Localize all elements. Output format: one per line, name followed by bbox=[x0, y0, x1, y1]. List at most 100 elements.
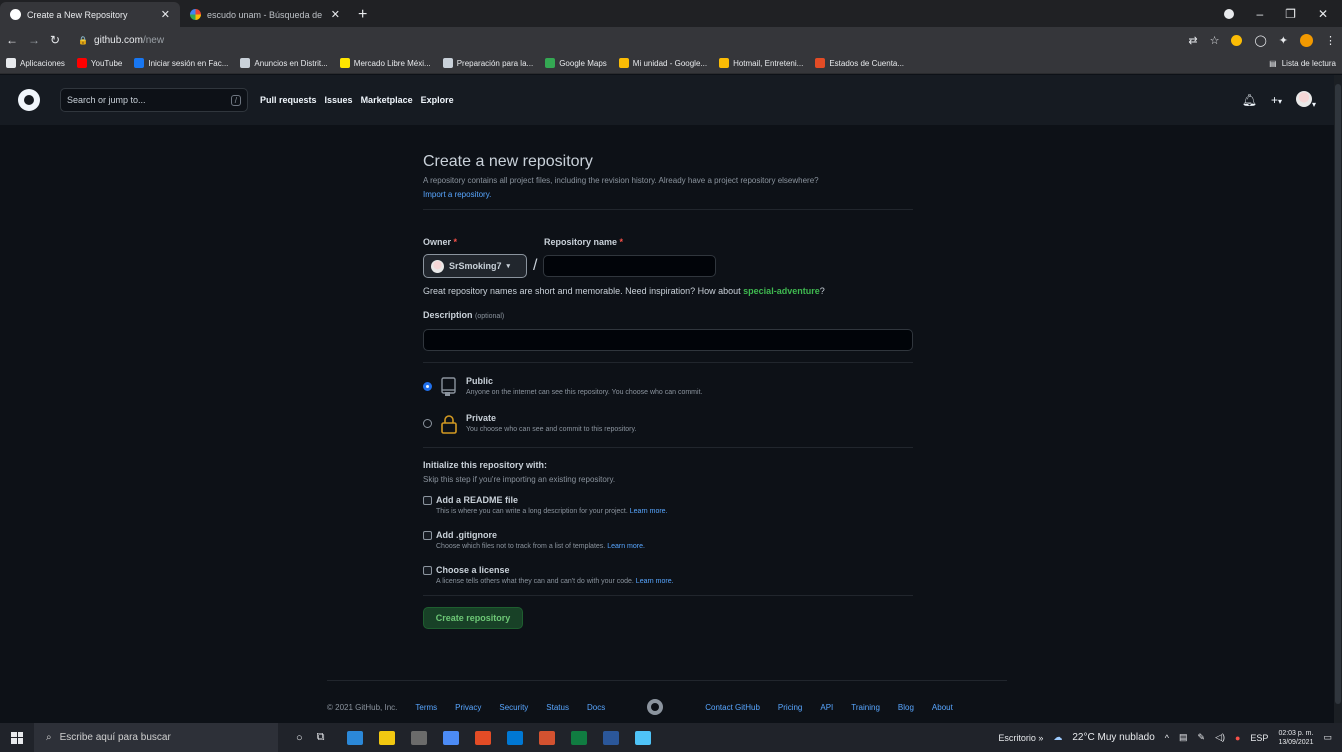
bookmark-item[interactable]: Google Maps bbox=[545, 58, 607, 68]
menu-kebab-icon[interactable]: ⋮ bbox=[1325, 34, 1336, 47]
taskbar-app-icon[interactable] bbox=[378, 730, 395, 745]
gitignore-label[interactable]: Add .gitignore bbox=[436, 530, 497, 540]
owner-repo-separator: / bbox=[533, 257, 538, 274]
create-repository-button[interactable]: Create repository bbox=[423, 607, 523, 629]
minimize-icon[interactable]: – bbox=[1256, 7, 1263, 21]
github-mark-icon[interactable] bbox=[647, 699, 664, 715]
app-tray-icon[interactable]: ● bbox=[1235, 733, 1240, 743]
nav-explore[interactable]: Explore bbox=[421, 95, 454, 105]
bookmark-item[interactable]: YouTube bbox=[76, 58, 122, 68]
taskbar-app-icon[interactable] bbox=[442, 730, 459, 745]
footer-link-training[interactable]: Training bbox=[851, 703, 880, 712]
taskbar-app-icon[interactable] bbox=[346, 730, 363, 745]
bookmark-item[interactable]: Iniciar sesión en Fac... bbox=[134, 58, 228, 68]
extension-icon[interactable] bbox=[1231, 34, 1243, 46]
readme-label[interactable]: Add a README file bbox=[436, 495, 518, 505]
footer-link-contact[interactable]: Contact GitHub bbox=[705, 703, 760, 712]
learn-more-link[interactable]: Learn more. bbox=[607, 543, 645, 550]
bookmark-item[interactable]: Mi unidad - Google... bbox=[618, 58, 707, 68]
bookmark-item[interactable]: Aplicaciones bbox=[6, 58, 65, 68]
bookmark-item[interactable]: Mercado Libre Méxi... bbox=[339, 58, 431, 68]
nav-pull-requests[interactable]: Pull requests bbox=[260, 95, 317, 105]
close-tab-icon[interactable]: ✕ bbox=[331, 8, 340, 21]
close-window-icon[interactable]: ✕ bbox=[1318, 7, 1328, 21]
taskbar-app-icon[interactable] bbox=[474, 730, 491, 745]
taskbar-app-icon[interactable] bbox=[570, 730, 587, 745]
nav-marketplace[interactable]: Marketplace bbox=[361, 95, 413, 105]
profile-dot-icon[interactable] bbox=[1224, 8, 1235, 19]
bookmark-item[interactable]: Preparación para la... bbox=[442, 58, 533, 68]
import-repository-link[interactable]: Import a repository. bbox=[423, 190, 913, 199]
footer-link-security[interactable]: Security bbox=[499, 703, 528, 712]
footer-link-docs[interactable]: Docs bbox=[587, 703, 605, 712]
repository-name-input[interactable] bbox=[543, 255, 717, 277]
gitignore-checkbox[interactable] bbox=[423, 530, 432, 540]
weather-text[interactable]: 22°C Muy nublado bbox=[1072, 732, 1154, 743]
license-checkbox[interactable] bbox=[423, 565, 432, 575]
tab-escudo-unam[interactable]: escudo unam - Búsqueda de Go ✕ bbox=[180, 2, 350, 27]
taskbar-app-icon[interactable] bbox=[538, 730, 555, 745]
learn-more-link[interactable]: Learn more. bbox=[630, 508, 668, 515]
taskbar-search[interactable]: ⌕ Escribe aquí para buscar bbox=[34, 723, 278, 752]
address-bar[interactable]: 🔒 github.com/new bbox=[78, 35, 164, 46]
clock[interactable]: 02:03 p. m. 13/09/2021 bbox=[1278, 729, 1313, 747]
language-indicator[interactable]: ESP bbox=[1250, 733, 1268, 743]
notifications-icon[interactable]: ▭ bbox=[1323, 732, 1332, 743]
bookmark-star-icon[interactable]: ☆ bbox=[1210, 34, 1220, 47]
profile-avatar-icon[interactable] bbox=[1300, 33, 1313, 47]
private-radio[interactable] bbox=[423, 419, 432, 428]
description-input[interactable] bbox=[423, 329, 913, 351]
start-button[interactable] bbox=[0, 731, 34, 744]
task-view-icon[interactable]: ⧉ bbox=[317, 731, 325, 744]
chevron-up-icon[interactable]: ^ bbox=[1165, 733, 1169, 743]
scrollbar-thumb[interactable] bbox=[1335, 84, 1341, 704]
taskbar-app-icon[interactable] bbox=[410, 730, 427, 745]
reading-list-button[interactable]: ▤ Lista de lectura bbox=[1269, 59, 1336, 68]
network-icon[interactable]: ▤ bbox=[1179, 732, 1188, 743]
footer-link-about[interactable]: About bbox=[932, 703, 953, 712]
back-icon[interactable]: ← bbox=[6, 33, 18, 47]
cortana-icon[interactable]: ○ bbox=[296, 732, 303, 744]
reload-icon[interactable]: ↻ bbox=[50, 33, 60, 47]
footer-link-pricing[interactable]: Pricing bbox=[778, 703, 802, 712]
public-desc: Anyone on the internet can see this repo… bbox=[466, 389, 703, 396]
footer-link-terms[interactable]: Terms bbox=[415, 703, 437, 712]
github-logo-icon[interactable] bbox=[18, 89, 40, 111]
license-label[interactable]: Choose a license bbox=[436, 565, 510, 575]
footer-link-status[interactable]: Status bbox=[546, 703, 569, 712]
puzzle-extensions-icon[interactable]: ✦ bbox=[1279, 34, 1288, 47]
new-tab-button[interactable]: + bbox=[350, 2, 375, 27]
notifications-bell-icon[interactable]: 🔔︎ bbox=[1242, 93, 1257, 107]
github-extension-icon[interactable]: ◯ bbox=[1254, 34, 1266, 47]
public-radio[interactable] bbox=[423, 382, 432, 391]
bookmark-item[interactable]: Anuncios en Distrit... bbox=[240, 58, 328, 68]
taskbar-app-icon[interactable] bbox=[634, 730, 651, 745]
bookmark-item[interactable]: Hotmail, Entreteni... bbox=[719, 58, 803, 68]
learn-more-link[interactable]: Learn more. bbox=[636, 578, 674, 585]
pen-icon[interactable]: ✎ bbox=[1198, 732, 1206, 743]
translate-icon[interactable]: ⇄ bbox=[1188, 34, 1197, 47]
owner-dropdown[interactable]: SrSmoking7 ▾ bbox=[423, 254, 527, 278]
volume-icon[interactable]: ◁) bbox=[1215, 732, 1225, 743]
taskbar-app-icon[interactable] bbox=[506, 730, 523, 745]
divider bbox=[423, 447, 913, 448]
footer-link-api[interactable]: API bbox=[820, 703, 833, 712]
tab-create-repository[interactable]: Create a New Repository ✕ bbox=[0, 2, 180, 27]
name-suggestion-link[interactable]: special-adventure bbox=[743, 286, 820, 296]
bookmark-item[interactable]: Estados de Cuenta... bbox=[815, 58, 904, 68]
restore-icon[interactable]: ❐ bbox=[1285, 7, 1296, 21]
footer-link-privacy[interactable]: Privacy bbox=[455, 703, 481, 712]
footer-link-blog[interactable]: Blog bbox=[898, 703, 914, 712]
desktop-toolbar[interactable]: Escritorio » bbox=[998, 733, 1043, 743]
forward-icon[interactable]: → bbox=[28, 33, 40, 47]
close-tab-icon[interactable]: ✕ bbox=[161, 8, 170, 21]
nav-issues[interactable]: Issues bbox=[325, 95, 353, 105]
create-new-dropdown[interactable]: +▾ bbox=[1271, 93, 1282, 107]
user-menu[interactable]: ▾ bbox=[1295, 90, 1316, 110]
readme-checkbox[interactable] bbox=[423, 495, 432, 505]
search-input[interactable]: Search or jump to... / bbox=[60, 88, 248, 112]
taskbar-app-icon[interactable] bbox=[602, 730, 619, 745]
clock-time: 02:03 p. m. bbox=[1278, 729, 1314, 737]
visibility-private[interactable]: Private You choose who can see and commi… bbox=[423, 413, 913, 435]
visibility-public[interactable]: Public Anyone on the internet can see th… bbox=[423, 376, 913, 398]
